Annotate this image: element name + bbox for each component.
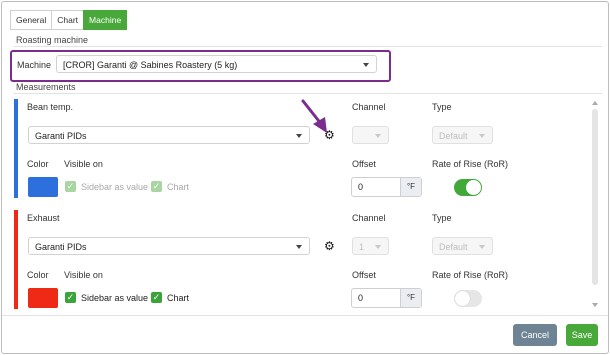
- color-swatch[interactable]: [28, 288, 58, 308]
- offset-input[interactable]: 0 °F: [351, 288, 422, 308]
- scrollbar[interactable]: [590, 99, 600, 309]
- channel-select-value: 1: [359, 242, 365, 252]
- ror-label: Rate of Rise (RoR): [432, 159, 509, 169]
- gear-icon[interactable]: ⚙: [324, 240, 335, 252]
- color-strip: [14, 99, 18, 198]
- channel-header: Channel: [352, 102, 386, 112]
- tab-machine[interactable]: Machine: [83, 10, 128, 30]
- chevron-down-icon: [375, 245, 381, 249]
- scroll-up-icon[interactable]: [592, 101, 598, 105]
- tab-general[interactable]: General: [10, 10, 53, 30]
- color-swatch[interactable]: [28, 177, 58, 197]
- source-select-value: Garanti PIDs: [35, 131, 87, 141]
- chevron-down-icon: [296, 245, 302, 249]
- ror-toggle[interactable]: [454, 290, 482, 307]
- scroll-down-icon[interactable]: [592, 303, 598, 307]
- measurement-name: Exhaust: [27, 213, 60, 223]
- channel-select[interactable]: [352, 126, 389, 144]
- source-select[interactable]: Garanti PIDs: [28, 237, 310, 255]
- check-icon[interactable]: ✓: [65, 181, 76, 192]
- chevron-down-icon: [479, 134, 485, 138]
- section-title-measurements: Measurements: [16, 82, 76, 92]
- color-strip: [14, 210, 18, 309]
- chart-label: Chart: [167, 182, 190, 192]
- chevron-down-icon: [363, 63, 369, 67]
- arrow-annotation-icon: [301, 99, 327, 133]
- type-select-value: Default: [439, 131, 468, 141]
- machine-select-value: [CROR] Garanti @ Sabines Roastery (5 kg): [63, 60, 238, 70]
- tab-chart[interactable]: Chart: [51, 10, 85, 30]
- source-select-value: Garanti PIDs: [35, 242, 87, 252]
- check-icon[interactable]: ✓: [151, 292, 162, 303]
- tab-bar: General Chart Machine: [10, 10, 128, 30]
- color-label: Color: [27, 159, 49, 169]
- divider: [2, 315, 608, 316]
- unit-label: °F: [400, 289, 421, 307]
- sidebar-as-value-label: Sidebar as value: [81, 182, 149, 192]
- measurement-name: Bean temp.: [27, 102, 74, 112]
- offset-value: 0: [358, 182, 364, 192]
- offset-input[interactable]: 0 °F: [351, 177, 422, 197]
- cancel-button[interactable]: Cancel: [513, 324, 557, 346]
- chevron-down-icon: [375, 134, 381, 138]
- check-icon[interactable]: ✓: [151, 181, 162, 192]
- channel-select[interactable]: 1: [352, 237, 389, 255]
- type-header: Type: [432, 102, 452, 112]
- color-label: Color: [27, 270, 49, 280]
- save-button[interactable]: Save: [566, 324, 598, 346]
- ror-toggle[interactable]: [454, 179, 482, 196]
- source-select[interactable]: Garanti PIDs: [28, 126, 310, 144]
- chart-label: Chart: [167, 293, 190, 303]
- toggle-knob: [455, 291, 470, 306]
- visible-on-label: Visible on: [64, 159, 103, 169]
- machine-select[interactable]: [CROR] Garanti @ Sabines Roastery (5 kg): [56, 55, 377, 73]
- type-select[interactable]: Default: [432, 237, 493, 255]
- check-icon[interactable]: ✓: [65, 292, 76, 303]
- offset-value: 0: [358, 293, 364, 303]
- machine-settings-dialog: General Chart Machine Roasting machine M…: [1, 1, 609, 354]
- divider: [14, 93, 602, 94]
- type-select-value: Default: [439, 242, 468, 252]
- type-header: Type: [432, 213, 452, 223]
- toggle-knob: [466, 180, 481, 195]
- scrollbar-thumb[interactable]: [592, 109, 598, 285]
- chevron-down-icon: [479, 245, 485, 249]
- visible-on-label: Visible on: [64, 270, 103, 280]
- unit-label: °F: [400, 178, 421, 196]
- type-select[interactable]: Default: [432, 126, 493, 144]
- offset-label: Offset: [352, 159, 376, 169]
- sidebar-as-value-label: Sidebar as value: [81, 293, 149, 303]
- channel-header: Channel: [352, 213, 386, 223]
- section-title-roasting-machine: Roasting machine: [16, 35, 89, 45]
- machine-label: Machine: [17, 60, 52, 70]
- offset-label: Offset: [352, 270, 376, 280]
- divider: [14, 46, 602, 47]
- ror-label: Rate of Rise (RoR): [432, 270, 509, 280]
